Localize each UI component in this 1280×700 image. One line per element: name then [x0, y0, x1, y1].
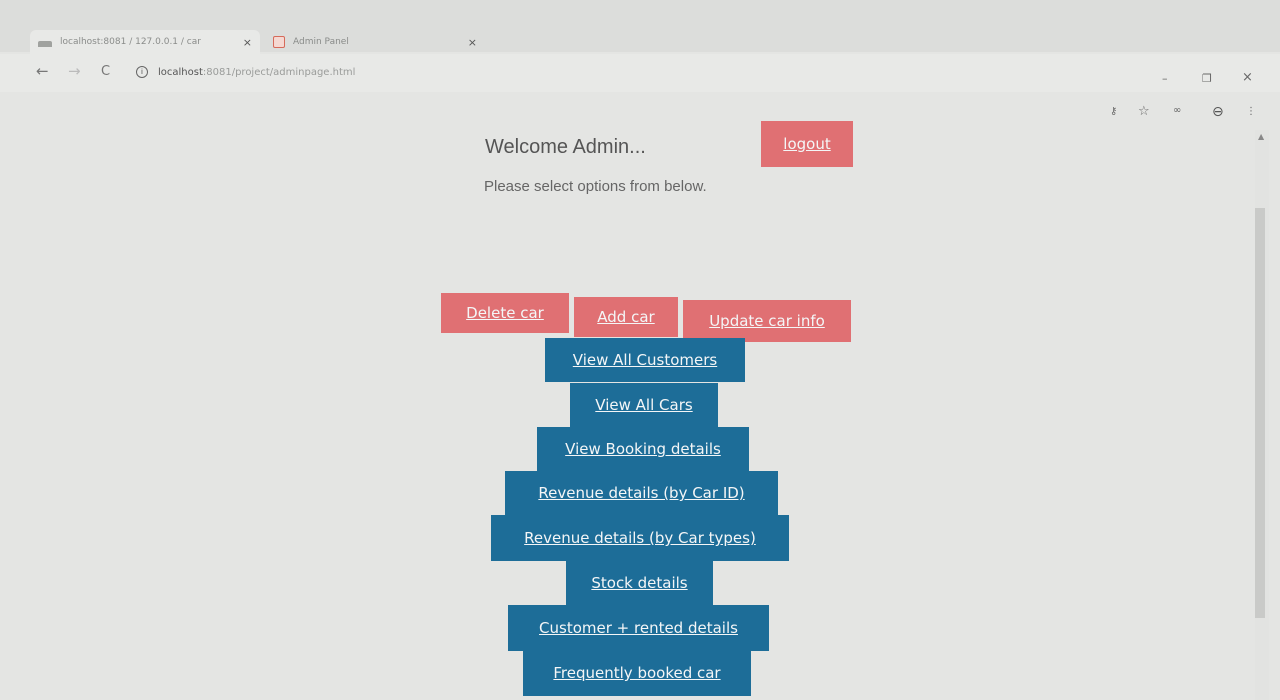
maximize-icon[interactable]: ❐ — [1202, 72, 1212, 85]
reload-icon[interactable]: C — [101, 64, 110, 79]
info-icon[interactable]: i — [136, 66, 148, 78]
tab-admin-panel[interactable]: Admin Panel × — [265, 30, 485, 54]
tab-close-icon[interactable]: × — [243, 36, 252, 49]
forward-icon[interactable]: → — [68, 62, 81, 80]
browser-toolbar: ← → C i localhost :8081/project/adminpag… — [0, 54, 1280, 92]
scrollbar-thumb[interactable] — [1255, 208, 1265, 618]
delete-car-button[interactable]: Delete car — [441, 293, 569, 333]
menu-icon[interactable]: ⋮ — [1246, 106, 1256, 117]
scroll-up-icon[interactable]: ▲ — [1258, 132, 1264, 141]
star-icon[interactable]: ☆ — [1138, 104, 1150, 119]
stock-details-button[interactable]: Stock details — [566, 561, 713, 605]
phpmyadmin-favicon-icon — [38, 41, 52, 47]
back-icon[interactable]: ← — [36, 62, 49, 80]
view-all-cars-button[interactable]: View All Cars — [570, 383, 718, 427]
add-car-button[interactable]: Add car — [574, 297, 678, 337]
revenue-by-car-types-button[interactable]: Revenue details (by Car types) — [491, 515, 789, 561]
tab-title: localhost:8081 / 127.0.0.1 / car — [60, 37, 201, 47]
close-window-icon[interactable]: × — [1242, 70, 1253, 85]
minimize-icon[interactable]: – — [1162, 72, 1168, 85]
key-icon[interactable]: ⚷ — [1110, 106, 1117, 117]
extension-icon[interactable]: ∞ — [1173, 105, 1181, 116]
welcome-heading: Welcome Admin... — [485, 136, 646, 158]
tab-title: Admin Panel — [293, 37, 349, 47]
profile-icon[interactable]: ⊖ — [1212, 104, 1224, 120]
tab-close-icon[interactable]: × — [468, 36, 477, 49]
page-favicon-icon — [273, 36, 285, 48]
url-path: :8081/project/adminpage.html — [202, 66, 356, 78]
view-all-customers-button[interactable]: View All Customers — [545, 338, 745, 382]
tab-strip: localhost:8081 / 127.0.0.1 / car × Admin… — [0, 0, 1280, 54]
address-bar[interactable]: i localhost :8081/project/adminpage.html — [136, 66, 355, 78]
revenue-by-car-id-button[interactable]: Revenue details (by Car ID) — [505, 471, 778, 515]
customer-rented-details-button[interactable]: Customer + rented details — [508, 605, 769, 651]
update-car-info-button[interactable]: Update car info — [683, 300, 851, 342]
instructions-text: Please select options from below. — [484, 178, 707, 195]
tab-phpmyadmin[interactable]: localhost:8081 / 127.0.0.1 / car × — [30, 30, 260, 54]
url-host: localhost — [158, 66, 203, 78]
view-booking-details-button[interactable]: View Booking details — [537, 427, 749, 471]
logout-button[interactable]: logout — [761, 121, 853, 167]
frequently-booked-car-button[interactable]: Frequently booked car — [523, 650, 751, 696]
